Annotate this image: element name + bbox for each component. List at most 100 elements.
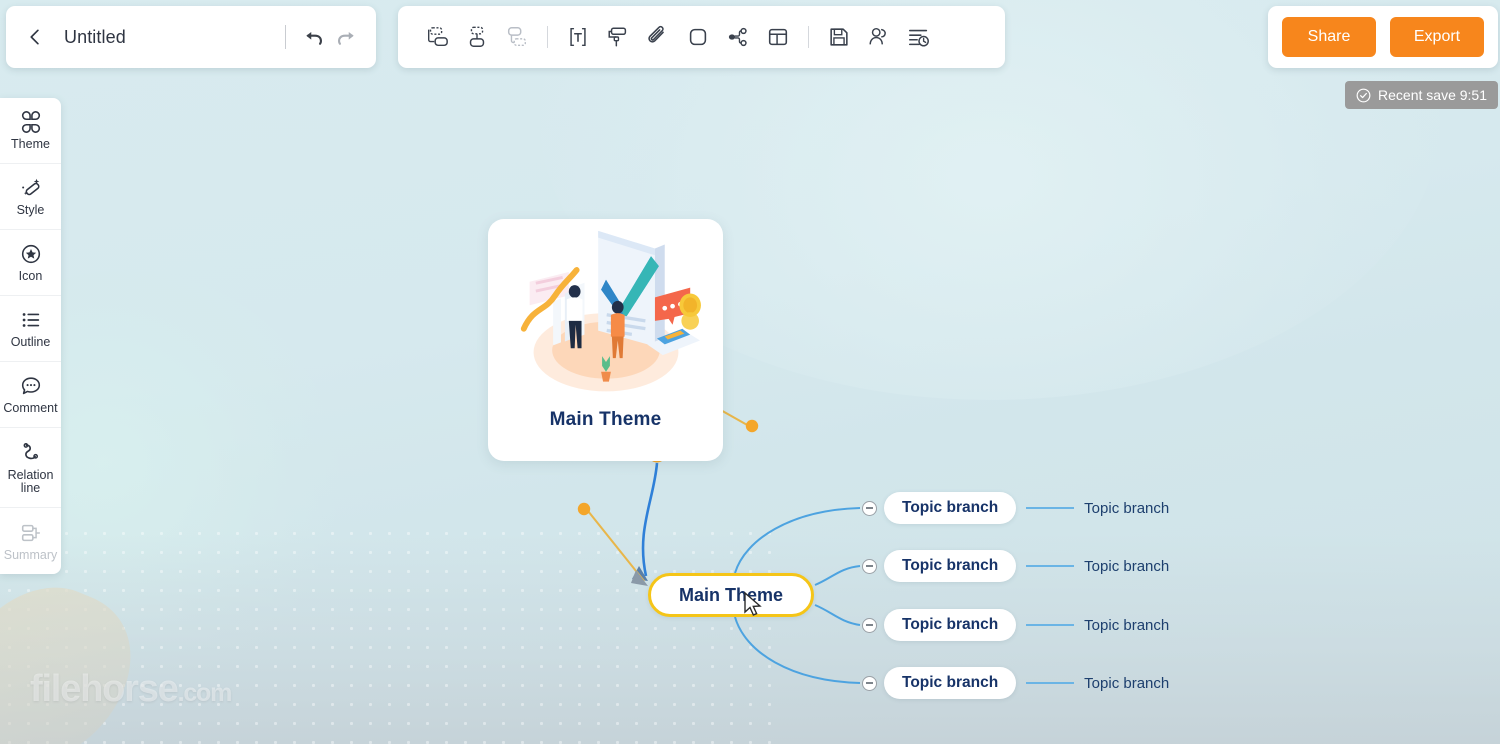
root-topic-card[interactable]: Main Theme	[488, 219, 723, 461]
outline-list-icon	[22, 313, 39, 327]
collaborators-icon	[869, 27, 886, 45]
sidebar-item-summary[interactable]: Summary	[0, 508, 61, 574]
top-right-actions: Share Export	[1268, 6, 1498, 68]
collaborators-button[interactable]	[860, 18, 898, 56]
undo-button[interactable]	[298, 21, 330, 53]
sub-branch-label-4[interactable]: Topic branch	[1084, 675, 1169, 692]
insert-parent-node-button[interactable]	[498, 18, 536, 56]
sidebar-item-label: Outline	[10, 335, 51, 349]
export-button[interactable]: Export	[1390, 17, 1484, 57]
minus-circle-icon[interactable]	[862, 675, 877, 691]
document-title[interactable]: Untitled	[64, 27, 273, 48]
text-box-button[interactable]	[559, 18, 597, 56]
sub-branch-label-2[interactable]: Topic branch	[1084, 558, 1169, 575]
mindmap-app-window: Main Theme Main Theme Topic branch Topic…	[0, 0, 1500, 744]
insert-sibling-node-icon	[428, 27, 448, 47]
relation-line-upper-handle	[745, 419, 759, 433]
paint-roller-icon	[608, 27, 627, 47]
isometric-productivity-illustration	[520, 230, 701, 392]
save-button[interactable]	[820, 18, 858, 56]
floppy-save-icon	[830, 28, 848, 46]
icon-star-badge-icon	[21, 244, 40, 264]
topic-branch-node-2[interactable]: Topic branch	[884, 550, 1017, 582]
main-toolbar	[398, 6, 1005, 68]
topic-branch-row-2[interactable]: Topic branch Topic branch	[862, 550, 1169, 582]
branch-curve-2	[814, 565, 861, 586]
relation-line-icon	[23, 442, 38, 459]
style-wand-icon	[21, 178, 40, 196]
sidebar-item-label: Relation line	[7, 467, 54, 495]
sidebar-item-label: Icon	[18, 269, 43, 283]
rounded-rect-icon	[689, 28, 707, 46]
branch-curve-4	[734, 616, 861, 684]
topic-branch-row-3[interactable]: Topic branch Topic branch	[862, 609, 1169, 641]
comment-bubble-icon	[21, 377, 40, 395]
format-painter-button[interactable]	[599, 18, 637, 56]
relation-line-lower-handle	[577, 502, 591, 516]
chevron-left-icon	[30, 29, 39, 45]
minus-circle-icon[interactable]	[862, 500, 877, 516]
sub-branch-label-3[interactable]: Topic branch	[1084, 617, 1169, 634]
check-circle-icon	[1356, 88, 1371, 102]
text-box-icon	[570, 27, 586, 47]
share-nodes-icon	[728, 27, 747, 47]
relation-line-lower-arrowhead	[631, 570, 648, 586]
sidebar-item-relation-line[interactable]: Relation line	[0, 428, 61, 508]
attachment-button[interactable]	[639, 18, 677, 56]
insert-child-node-button[interactable]	[458, 18, 496, 56]
sub-branch-connector-4	[1026, 682, 1075, 684]
topic-branch-row-1[interactable]: Topic branch Topic branch	[862, 492, 1169, 524]
save-status-text: Recent save 9:51	[1378, 87, 1487, 103]
redo-arrow-icon	[337, 31, 354, 45]
branch-curve-1	[734, 507, 861, 574]
structure-button[interactable]	[719, 18, 757, 56]
sub-branch-connector-1	[1026, 507, 1075, 509]
branch-curve-3	[814, 604, 861, 626]
undo-arrow-icon	[306, 31, 323, 45]
sidebar-item-outline[interactable]: Outline	[0, 296, 61, 362]
root-to-main-arrowhead	[632, 566, 648, 581]
toolbar-divider-2	[808, 26, 809, 48]
toolbar-divider-1	[547, 26, 548, 48]
summary-bracket-icon	[21, 524, 40, 541]
redo-button[interactable]	[330, 21, 362, 53]
layout-panel-icon	[768, 28, 788, 46]
share-button[interactable]: Share	[1282, 17, 1376, 57]
titlebar-divider	[285, 25, 286, 49]
sidebar-item-style[interactable]: Style	[0, 164, 61, 230]
shape-button[interactable]	[679, 18, 717, 56]
root-topic-title: Main Theme	[549, 409, 662, 430]
mindmap-canvas[interactable]: Main Theme Main Theme Topic branch Topic…	[0, 0, 1500, 744]
sidebar-item-label: Summary	[3, 547, 58, 562]
sidebar-item-theme[interactable]: Theme	[0, 98, 61, 164]
main-theme-node[interactable]: Main Theme	[648, 573, 814, 617]
layout-button[interactable]	[759, 18, 797, 56]
sidebar-item-label: Style	[16, 203, 45, 217]
history-list-icon	[908, 29, 929, 47]
sidebar-item-icon[interactable]: Icon	[0, 230, 61, 296]
topic-branch-node-4[interactable]: Topic branch	[884, 667, 1017, 699]
mindmap-connector-layer	[577, 351, 861, 684]
root-to-main-arrow	[641, 462, 659, 577]
minus-circle-icon[interactable]	[862, 617, 877, 633]
sub-branch-label-1[interactable]: Topic branch	[1084, 500, 1169, 517]
topic-branch-node-1[interactable]: Topic branch	[884, 492, 1017, 524]
sidebar-item-label: Comment	[3, 401, 58, 415]
minus-circle-icon[interactable]	[862, 558, 877, 574]
relation-line-lower-segment	[587, 510, 645, 582]
left-sidebar: Theme Style Icon Outline Comment Relatio…	[0, 98, 61, 574]
theme-grid-icon	[21, 111, 40, 133]
sidebar-item-label: Theme	[11, 137, 50, 151]
paperclip-icon	[648, 26, 664, 43]
insert-parent-node-icon	[507, 27, 526, 46]
topic-branch-node-3[interactable]: Topic branch	[884, 609, 1017, 641]
topic-branch-row-4[interactable]: Topic branch Topic branch	[862, 667, 1169, 699]
document-titlebar: Untitled	[6, 6, 376, 68]
insert-child-node-icon	[469, 26, 485, 47]
sub-branch-connector-3	[1026, 624, 1075, 626]
history-button[interactable]	[900, 18, 938, 56]
back-button[interactable]	[20, 22, 50, 52]
insert-sibling-node-button[interactable]	[418, 18, 456, 56]
sidebar-item-comment[interactable]: Comment	[0, 362, 61, 428]
sub-branch-connector-2	[1026, 565, 1075, 567]
